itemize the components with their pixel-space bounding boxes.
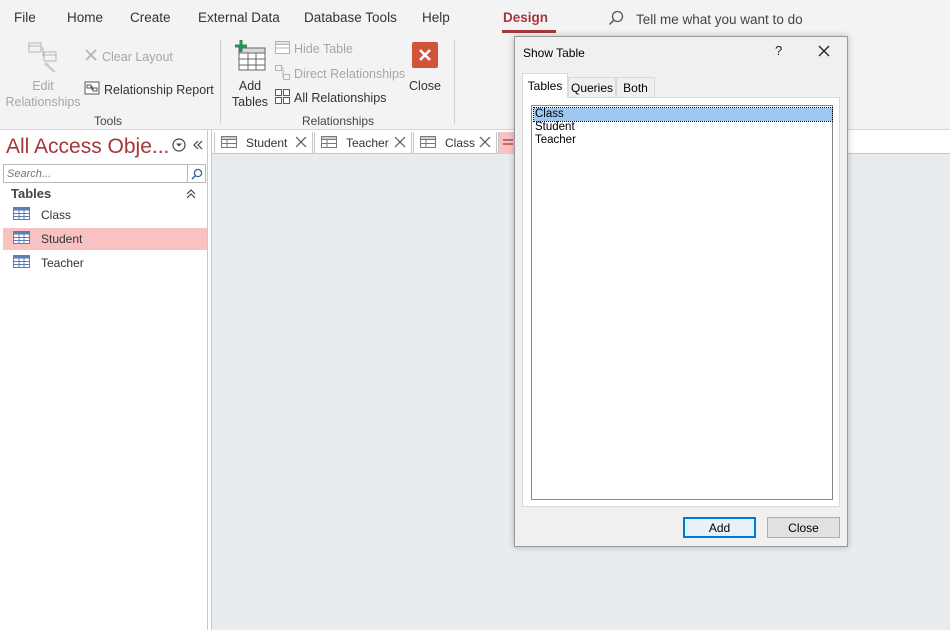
dialog-title: Show Table [523, 46, 585, 60]
tab-database-tools[interactable]: Database Tools [304, 10, 397, 25]
tab-tables[interactable]: Tables [522, 73, 568, 98]
tab-external-data[interactable]: External Data [198, 10, 280, 25]
all-relationships-label: All Relationships [294, 91, 387, 105]
navigation-pane: All Access Obje... Tables Class Student [0, 130, 208, 630]
dialog-close-icon[interactable] [817, 44, 831, 61]
ribbon-tab-bar: File Home Create External Data Database … [0, 0, 950, 36]
table-icon [221, 135, 237, 151]
tab-file[interactable]: File [14, 10, 36, 25]
close-button[interactable]: Close [767, 517, 840, 538]
nav-pane-title[interactable]: All Access Obje... [6, 135, 169, 159]
nav-item-label: Student [41, 232, 83, 246]
tab-label: Queries [570, 80, 614, 95]
close-relationships-button[interactable]: Close [404, 42, 446, 94]
doc-tab-class[interactable]: Class [413, 132, 497, 154]
hide-table-label: Hide Table [294, 42, 353, 56]
doc-tab-label: Class [445, 136, 476, 150]
close-relationships-label: Close [409, 79, 441, 93]
tab-label: Both [623, 80, 648, 95]
add-button-label: Add [708, 520, 731, 535]
direct-relationships-icon [275, 65, 290, 83]
tab-panel: Class Student Teacher [522, 97, 840, 507]
edit-relationships-label-1: Edit [32, 79, 54, 93]
relationship-report-button[interactable]: Relationship Report [84, 80, 214, 99]
tab-queries[interactable]: Queries [568, 77, 616, 97]
close-tab-icon[interactable] [393, 135, 407, 152]
add-tables-label-1: Add [238, 79, 262, 93]
clear-layout-label: Clear Layout [102, 49, 173, 64]
table-list[interactable]: Class Student Teacher [531, 105, 833, 500]
edit-relationships-label-2: Relationships [5, 95, 81, 109]
tab-label: Tables [527, 79, 563, 93]
doc-tab-student[interactable]: Student [214, 132, 313, 154]
nav-search-box [3, 164, 206, 183]
relationships-icon [499, 136, 514, 150]
relationships-group-label: Relationships [302, 114, 375, 128]
all-relationships-icon [275, 89, 290, 107]
list-item-student[interactable]: Student [534, 121, 832, 134]
nav-menu-dropdown-icon[interactable] [172, 138, 186, 155]
nav-item-teacher[interactable]: Teacher [3, 252, 207, 274]
nav-item-class[interactable]: Class [3, 204, 207, 226]
table-icon [13, 207, 30, 223]
close-button-label: Close [788, 520, 819, 535]
list-item-teacher[interactable]: Teacher [534, 134, 832, 147]
tab-help[interactable]: Help [422, 10, 450, 25]
add-tables-label-2: Tables [231, 95, 269, 109]
show-table-dialog: Show Table ? Tables Queries Both Class S… [514, 36, 848, 547]
direct-relationships-label: Direct Relationships [294, 67, 406, 81]
search-icon[interactable] [187, 165, 205, 182]
edit-relationships-button[interactable]: Edit Relationships [5, 40, 81, 110]
tools-group-label: Tools [94, 114, 123, 128]
table-icon [13, 231, 30, 247]
nav-pane-controls [172, 138, 204, 155]
all-relationships-button[interactable]: All Relationships [275, 89, 386, 107]
x-icon [84, 48, 98, 65]
hide-table-icon [275, 41, 290, 57]
relationship-report-label: Relationship Report [104, 82, 214, 97]
table-icon [420, 135, 436, 151]
clear-layout-button[interactable]: Clear Layout [84, 48, 173, 65]
nav-section-header[interactable]: Tables [11, 186, 51, 201]
hide-table-button[interactable]: Hide Table [275, 41, 353, 57]
tab-design[interactable]: Design [503, 10, 548, 25]
doc-tab-label: Teacher [346, 136, 389, 150]
tell-me-text: Tell me what you want to do [636, 12, 803, 27]
tab-both[interactable]: Both [616, 77, 655, 97]
close-red-icon [412, 42, 438, 72]
nav-search-input[interactable] [4, 165, 184, 182]
table-icon [13, 255, 30, 271]
close-tab-icon[interactable] [478, 135, 492, 152]
close-tab-icon[interactable] [294, 135, 308, 152]
section-collapse-icon[interactable] [186, 188, 196, 202]
nav-item-label: Class [41, 208, 72, 222]
add-tables-button[interactable]: Add Tables [228, 40, 272, 110]
doc-tab-teacher[interactable]: Teacher [314, 132, 412, 154]
tab-create[interactable]: Create [130, 10, 171, 25]
list-item-class[interactable]: Class [533, 107, 833, 122]
report-icon [84, 80, 100, 99]
group-divider [220, 40, 221, 124]
nav-item-label: Teacher [41, 256, 84, 270]
help-button[interactable]: ? [775, 43, 782, 58]
tell-me-box[interactable]: Tell me what you want to do [608, 10, 803, 29]
tab-home[interactable]: Home [67, 10, 103, 25]
table-icon [321, 135, 337, 151]
shutter-bar-collapse-icon[interactable] [192, 139, 204, 154]
add-button[interactable]: Add [683, 517, 756, 538]
edit-relationships-icon [26, 40, 60, 78]
add-table-icon [233, 40, 267, 78]
doc-tab-label: Student [246, 136, 288, 150]
active-tab-indicator [502, 30, 556, 33]
group-divider [454, 40, 455, 124]
search-icon [608, 10, 624, 29]
direct-relationships-button[interactable]: Direct Relationships [275, 65, 405, 83]
nav-item-student[interactable]: Student [3, 228, 207, 250]
